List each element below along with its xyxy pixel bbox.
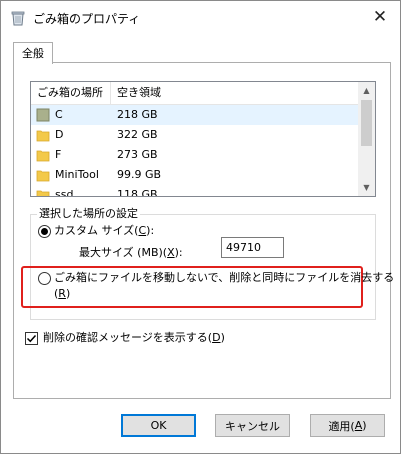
list-item[interactable]: D 322 GB bbox=[31, 125, 358, 145]
confirm-suffix: ) bbox=[220, 331, 225, 344]
delete-immediately-access-key: R bbox=[58, 287, 66, 300]
drive-icon bbox=[36, 108, 50, 122]
list-item[interactable]: C 218 GB bbox=[31, 105, 358, 125]
cancel-button[interactable]: キャンセル bbox=[215, 414, 290, 437]
folder-icon bbox=[36, 148, 50, 162]
confirm-delete-checkbox[interactable] bbox=[25, 332, 38, 345]
close-icon: ✕ bbox=[372, 7, 388, 27]
window-title: ごみ箱のプロパティ bbox=[33, 12, 141, 26]
max-size-label: 最大サイズ (MB)(X): bbox=[79, 245, 183, 261]
free-space: 118 GB bbox=[117, 188, 158, 197]
custom-size-text: カスタム サイズ( bbox=[54, 224, 139, 237]
close-button[interactable]: ✕ bbox=[363, 4, 397, 30]
max-size-text: 最大サイズ (MB)( bbox=[79, 246, 168, 259]
custom-size-radio[interactable] bbox=[38, 225, 51, 238]
folder-icon bbox=[36, 168, 50, 182]
custom-size-label[interactable]: カスタム サイズ(C): bbox=[54, 223, 154, 239]
list-scrollbar[interactable]: ▲ ▼ bbox=[358, 82, 375, 196]
delete-immediately-radio[interactable] bbox=[38, 272, 51, 285]
free-space: 273 GB bbox=[117, 148, 158, 161]
max-size-input[interactable] bbox=[221, 237, 284, 258]
free-space: 218 GB bbox=[117, 108, 158, 121]
confirm-text: 削除の確認メッセージを表示する( bbox=[43, 331, 213, 344]
tab-general[interactable]: 全般 bbox=[13, 42, 53, 64]
custom-size-access-key: C bbox=[138, 224, 147, 237]
custom-size-suffix: ): bbox=[146, 224, 155, 237]
apply-suffix: ) bbox=[362, 419, 367, 432]
scroll-down-button[interactable]: ▼ bbox=[358, 179, 375, 196]
recycle-bin-location-list[interactable]: ごみ箱の場所 空き領域 C 218 GB D 322 GB F 273 GB M… bbox=[30, 81, 376, 197]
group-title: 選択した場所の設定 bbox=[37, 207, 140, 221]
chevron-down-icon: ▼ bbox=[363, 183, 370, 192]
apply-access-key: A bbox=[354, 419, 363, 432]
recycle-bin-icon bbox=[10, 10, 26, 26]
free-space: 322 GB bbox=[117, 128, 158, 141]
chevron-up-icon: ▲ bbox=[363, 86, 370, 95]
scroll-thumb[interactable] bbox=[361, 100, 372, 146]
location-name: C bbox=[55, 108, 63, 121]
folder-icon bbox=[36, 128, 50, 142]
folder-icon bbox=[36, 188, 50, 196]
access-close: ) bbox=[65, 287, 71, 300]
checkmark-icon bbox=[26, 334, 37, 343]
delete-immediately-label[interactable]: ごみ箱にファイルを移動しないで、削除と同時にファイルを消去する bbox=[54, 270, 394, 286]
location-name: D bbox=[55, 128, 64, 141]
delete-immediately-access: (R) bbox=[54, 286, 70, 302]
apply-button[interactable]: 適用(A) bbox=[310, 414, 385, 437]
column-header-free-space[interactable]: 空き領域 bbox=[111, 82, 358, 104]
column-header-location[interactable]: ごみ箱の場所 bbox=[31, 82, 111, 104]
list-item[interactable]: ssd 118 GB bbox=[31, 185, 358, 197]
tab-strip: 全般 bbox=[10, 39, 391, 64]
confirm-delete-label[interactable]: 削除の確認メッセージを表示する(D) bbox=[43, 330, 225, 346]
list-header: ごみ箱の場所 空き領域 bbox=[31, 82, 358, 105]
max-size-access-key: X bbox=[167, 246, 175, 259]
location-name: ssd bbox=[55, 188, 74, 197]
recycle-bin-properties-window: ごみ箱のプロパティ ✕ 全般 ごみ箱の場所 空き領域 C 218 GB D 32… bbox=[0, 0, 401, 454]
free-space: 99.9 GB bbox=[117, 168, 162, 181]
max-size-suffix: ): bbox=[174, 246, 183, 259]
ok-button[interactable]: OK bbox=[121, 414, 196, 437]
location-name: F bbox=[55, 148, 62, 161]
confirm-access-key: D bbox=[212, 331, 221, 344]
apply-text: 適用( bbox=[328, 419, 355, 433]
title-bar: ごみ箱のプロパティ ✕ bbox=[1, 1, 400, 33]
location-name: MiniTool bbox=[55, 168, 99, 181]
list-item[interactable]: F 273 GB bbox=[31, 145, 358, 165]
list-item[interactable]: MiniTool 99.9 GB bbox=[31, 165, 358, 185]
scroll-up-button[interactable]: ▲ bbox=[358, 82, 375, 99]
